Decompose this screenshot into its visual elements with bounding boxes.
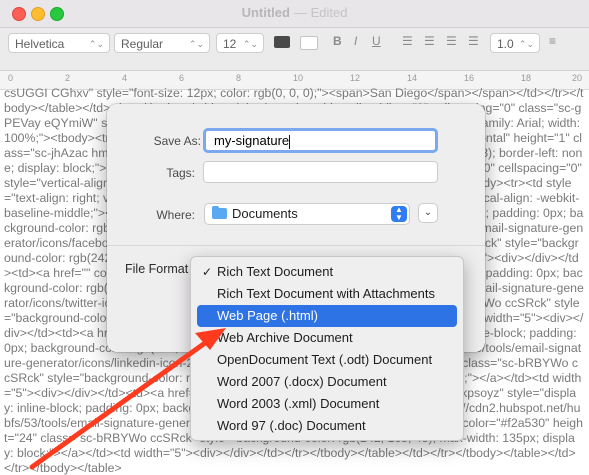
annotation-arrow bbox=[29, 328, 226, 470]
arrow-line bbox=[29, 335, 215, 470]
textedit-window: Untitled — Edited Helvetica ⌃⌄ Regular ⌃⌄ 1… bbox=[0, 0, 589, 475]
